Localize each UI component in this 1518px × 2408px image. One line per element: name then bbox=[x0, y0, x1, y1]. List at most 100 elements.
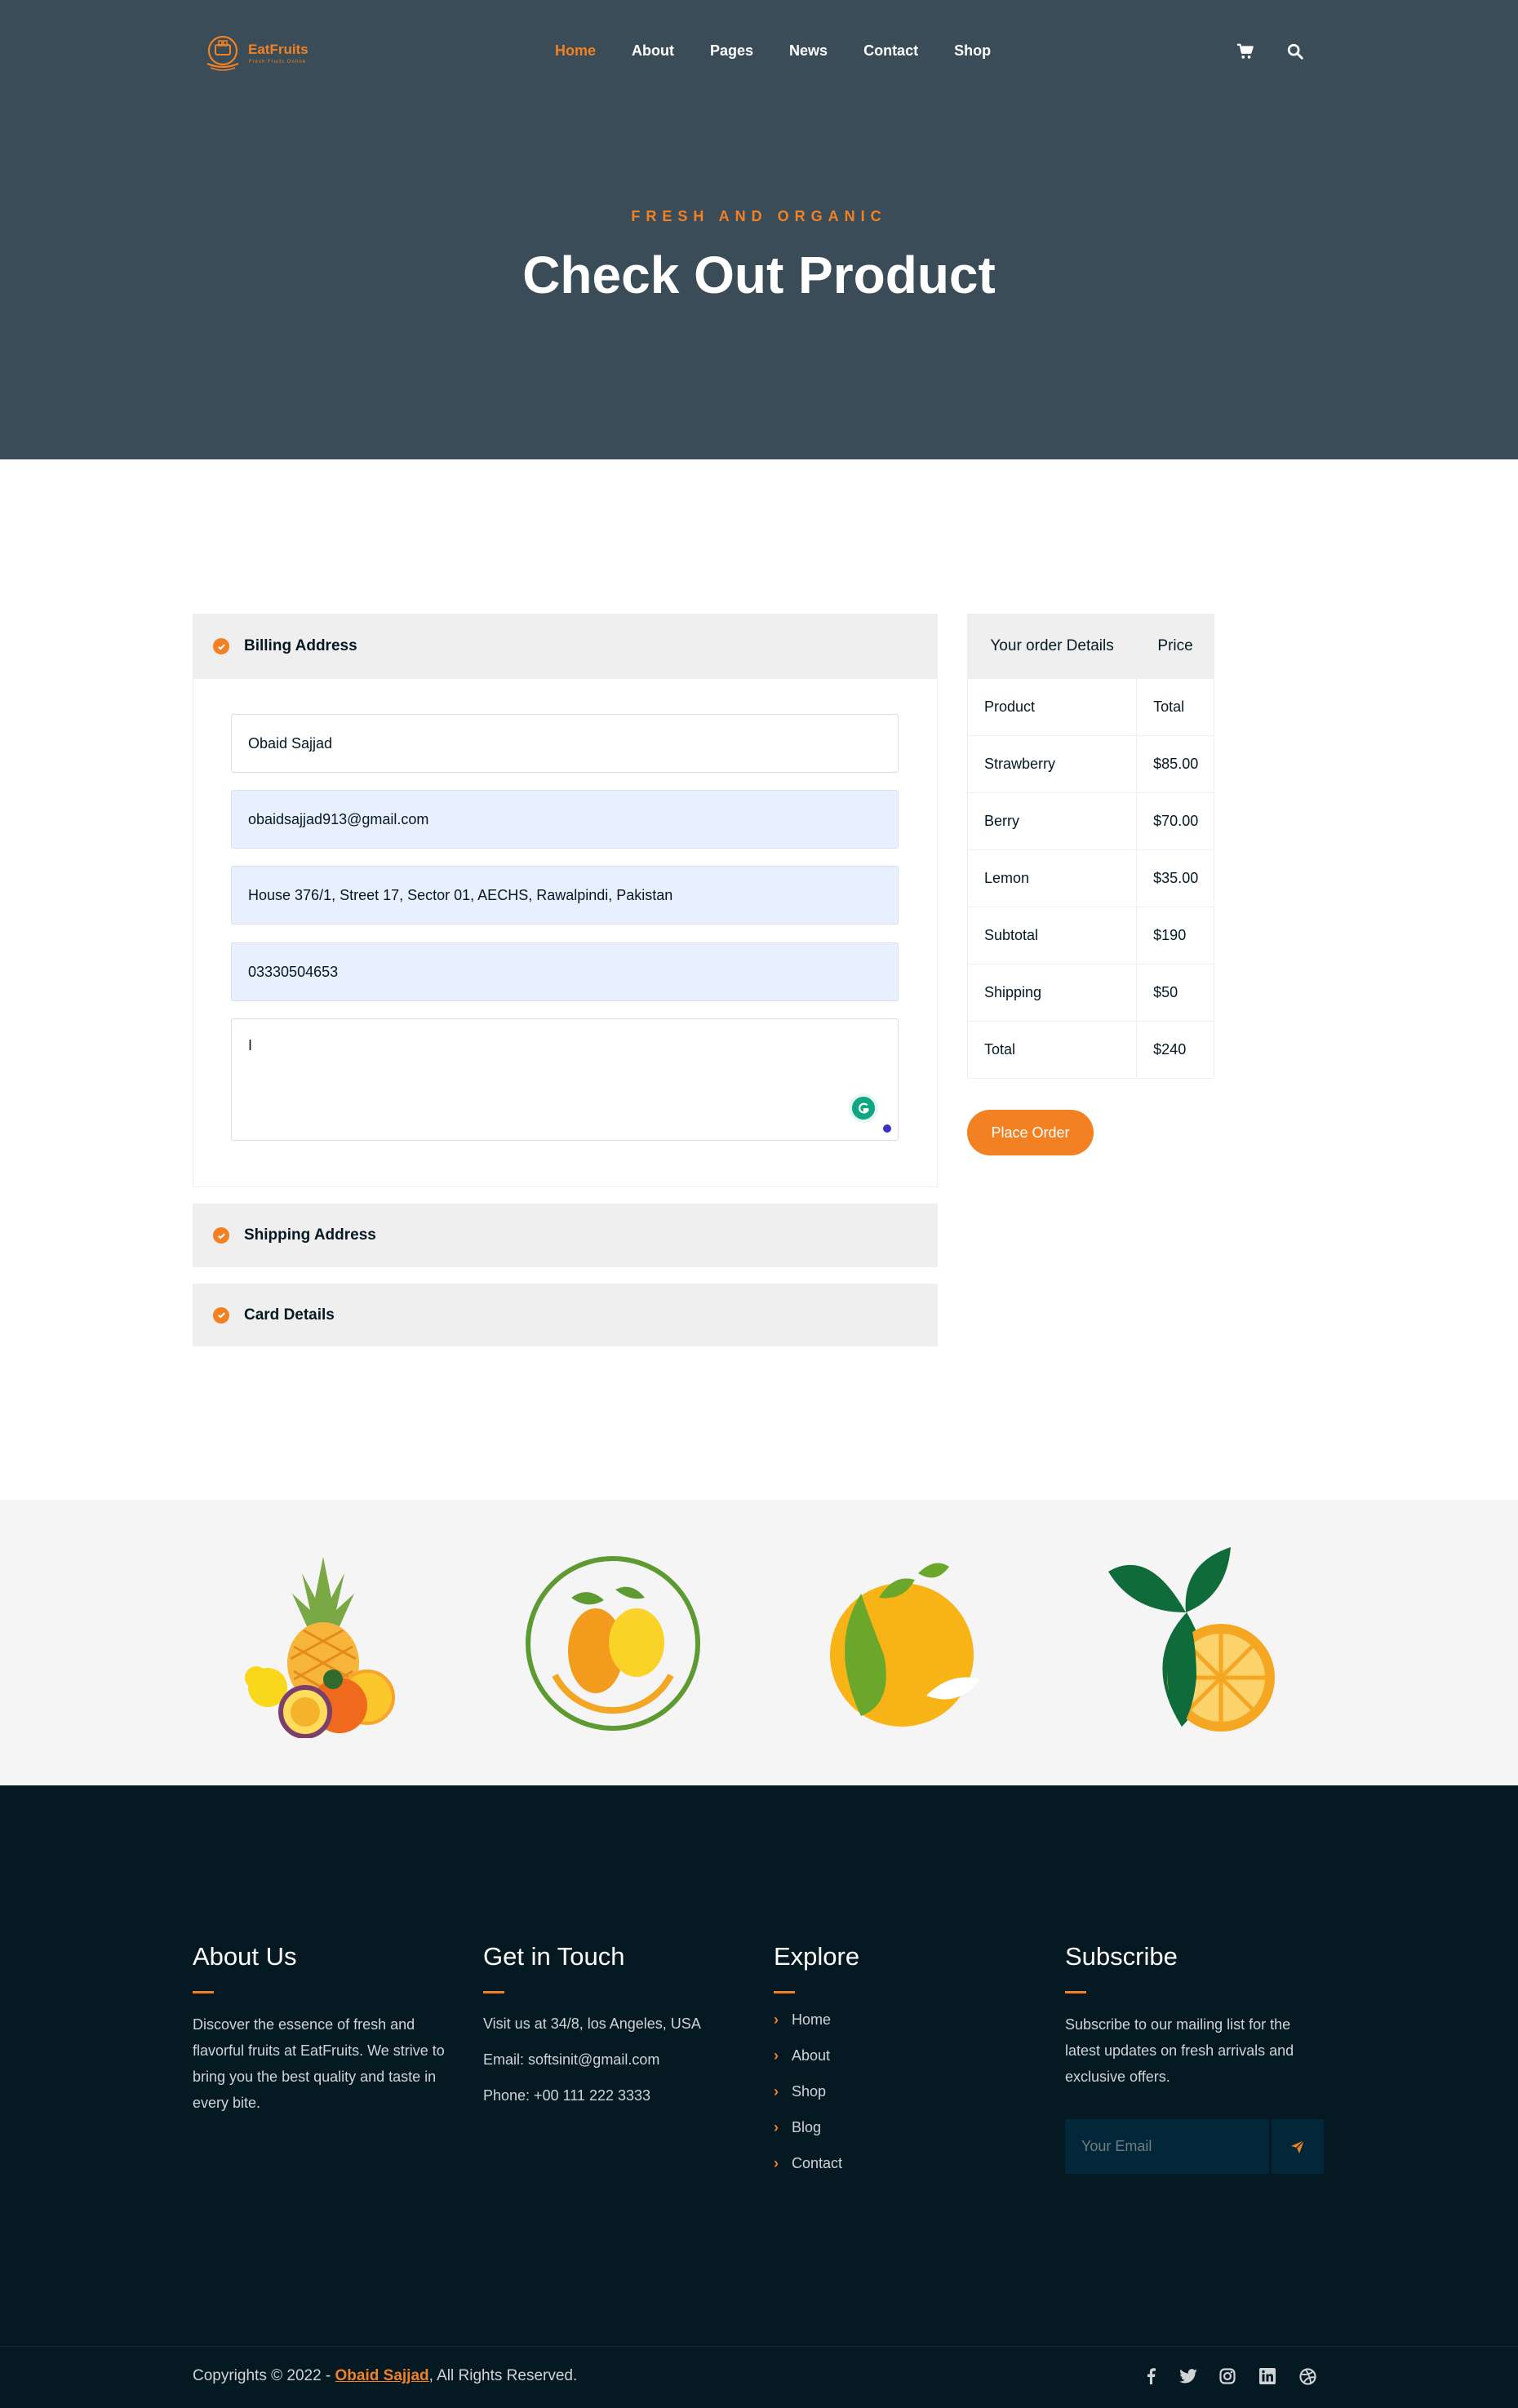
nav-item-pages[interactable]: Pages bbox=[710, 42, 753, 60]
item-price: $70.00 bbox=[1136, 792, 1214, 850]
table-row: Product Total bbox=[966, 678, 1214, 736]
column-header: Your order Details bbox=[966, 614, 1138, 679]
check-circle-icon bbox=[213, 1227, 229, 1244]
footer-contact: Get in Touch Visit us at 34/8, los Angel… bbox=[483, 1942, 744, 2113]
check-circle-icon bbox=[213, 1306, 229, 1324]
contact-address: Visit us at 34/8, los Angeles, USA bbox=[483, 2016, 701, 2032]
subscribe-email-input[interactable] bbox=[1065, 2119, 1269, 2174]
footer-link-contact[interactable]: › Contact bbox=[774, 2155, 1019, 2191]
section-title: Shipping Address bbox=[244, 1226, 376, 1244]
footer-divider bbox=[0, 2346, 1518, 2347]
item-price: $240 bbox=[1136, 1021, 1214, 1079]
main-menu: Home About Pages News Contact Shop bbox=[555, 42, 1027, 60]
instagram-icon[interactable] bbox=[1218, 2366, 1237, 2386]
column-header: Price bbox=[1136, 614, 1214, 679]
dribbble-icon[interactable] bbox=[1298, 2366, 1317, 2386]
item-price: $190 bbox=[1136, 907, 1214, 965]
nav-item-shop[interactable]: Shop bbox=[954, 42, 991, 60]
about-text: Discover the essence of fresh and flavor… bbox=[193, 2016, 445, 2111]
pineapple-fruit-logo bbox=[245, 1557, 395, 1738]
cart-icon[interactable] bbox=[1236, 42, 1254, 60]
item-price: Total bbox=[1136, 678, 1214, 736]
item-price: $85.00 bbox=[1136, 735, 1214, 793]
name-field[interactable]: Obaid Sajjad bbox=[231, 714, 899, 773]
item-label: Strawberry bbox=[966, 735, 1138, 793]
item-label: Total bbox=[966, 1021, 1138, 1079]
table-header-row: Your order Details Price bbox=[966, 614, 1214, 679]
section-title: Card Details bbox=[244, 1306, 335, 1324]
footer-explore: Explore › Home › About › Shop › Blog › Contac… bbox=[774, 1942, 1019, 2191]
place-order-button[interactable]: Place Order bbox=[967, 1110, 1094, 1155]
paper-plane-icon bbox=[1291, 2140, 1305, 2153]
fruit-basket-logo-icon bbox=[206, 35, 239, 71]
nav-item-about[interactable]: About bbox=[632, 42, 674, 60]
footer-heading: Subscribe bbox=[1065, 1942, 1178, 1971]
email-field[interactable]: obaidsajjad913@gmail.com bbox=[231, 790, 899, 849]
item-label: Shipping bbox=[966, 964, 1138, 1022]
grammarly-icon[interactable] bbox=[849, 1093, 878, 1123]
linkedin-icon[interactable] bbox=[1258, 2366, 1277, 2386]
table-row: Subtotal $190 bbox=[966, 907, 1214, 965]
heading-underline bbox=[193, 1991, 214, 1993]
table-row: Lemon $35.00 bbox=[966, 849, 1214, 907]
order-details-table: Your order Details Price Product Total St… bbox=[966, 614, 1214, 1079]
footer-link-home[interactable]: › Home bbox=[774, 2011, 1019, 2047]
table-row: Berry $70.00 bbox=[966, 792, 1214, 850]
footer-about: About Us Discover the essence of fresh a… bbox=[193, 1942, 454, 2116]
card-details-header[interactable]: Card Details bbox=[193, 1284, 938, 1346]
copyright: Copyrights © 2022 - Obaid Sajjad, All Ri… bbox=[193, 2367, 578, 2384]
billing-address-header[interactable]: Billing Address bbox=[193, 614, 938, 679]
footer-heading: Explore bbox=[774, 1942, 860, 1971]
order-notes-textarea[interactable]: I bbox=[231, 1018, 899, 1141]
chevron-right-icon: › bbox=[774, 2083, 779, 2100]
heading-underline bbox=[774, 1991, 795, 1993]
nav-item-news[interactable]: News bbox=[789, 42, 828, 60]
item-label: Lemon bbox=[966, 849, 1138, 907]
item-label: Subtotal bbox=[966, 907, 1138, 965]
address-field[interactable]: House 376/1, Street 17, Sector 01, AECHS… bbox=[231, 866, 899, 925]
nav-item-home[interactable]: Home bbox=[555, 42, 596, 60]
orange-leaf-logo bbox=[1108, 1547, 1275, 1732]
phone-field[interactable]: 03330504653 bbox=[231, 942, 899, 1001]
footer-link-blog[interactable]: › Blog bbox=[774, 2119, 1019, 2155]
footer-heading: Get in Touch bbox=[483, 1942, 625, 1971]
hero-subtitle: FRESH AND ORGANIC bbox=[631, 208, 887, 224]
nav-item-contact[interactable]: Contact bbox=[863, 42, 918, 60]
mango-circle-logo bbox=[526, 1556, 700, 1731]
hero-banner: EatFruits Fresh Fruits Online Home About… bbox=[0, 0, 1518, 459]
mango-leaf-logo bbox=[830, 1563, 980, 1727]
contact-phone[interactable]: Phone: +00 111 222 3333 bbox=[483, 2078, 744, 2113]
check-circle-icon bbox=[213, 638, 229, 654]
status-dot bbox=[883, 1124, 891, 1133]
item-price: $35.00 bbox=[1136, 849, 1214, 907]
footer-link-shop[interactable]: › Shop bbox=[774, 2083, 1019, 2119]
shipping-address-header[interactable]: Shipping Address bbox=[193, 1204, 938, 1267]
chevron-right-icon: › bbox=[774, 2047, 779, 2064]
item-label: Berry bbox=[966, 792, 1138, 850]
explore-links: › Home › About › Shop › Blog › Contact bbox=[774, 2011, 1019, 2191]
page-title: Check Out Product bbox=[522, 246, 996, 304]
brand-logo[interactable]: EatFruits Fresh Fruits Online bbox=[202, 31, 325, 75]
heading-underline bbox=[483, 1991, 504, 1993]
item-label: Product bbox=[966, 678, 1138, 736]
subscribe-button[interactable] bbox=[1272, 2119, 1324, 2174]
chevron-right-icon: › bbox=[774, 2119, 779, 2135]
table-row: Strawberry $85.00 bbox=[966, 735, 1214, 793]
chevron-right-icon: › bbox=[774, 2011, 779, 2028]
heading-underline bbox=[1065, 1991, 1086, 1993]
facebook-icon[interactable] bbox=[1141, 2366, 1161, 2386]
search-icon[interactable] bbox=[1286, 42, 1304, 60]
brand-name: EatFruits bbox=[248, 42, 308, 57]
item-price: $50 bbox=[1136, 964, 1214, 1022]
top-navigation: EatFruits Fresh Fruits Online Home About… bbox=[0, 0, 1518, 106]
footer-link-about[interactable]: › About bbox=[774, 2047, 1019, 2083]
partner-logos-strip bbox=[0, 1500, 1518, 1785]
footer-subscribe: Subscribe Subscribe to our mailing list … bbox=[1065, 1942, 1326, 2090]
chevron-right-icon: › bbox=[774, 2155, 779, 2171]
table-row: Shipping $50 bbox=[966, 964, 1214, 1022]
twitter-icon[interactable] bbox=[1178, 2366, 1198, 2386]
table-row: Total $240 bbox=[966, 1021, 1214, 1079]
contact-email[interactable]: Email: softsinit@gmail.com bbox=[483, 2042, 744, 2078]
copyright-owner-link[interactable]: Obaid Sajjad bbox=[335, 2367, 429, 2384]
footer-heading: About Us bbox=[193, 1942, 297, 1971]
